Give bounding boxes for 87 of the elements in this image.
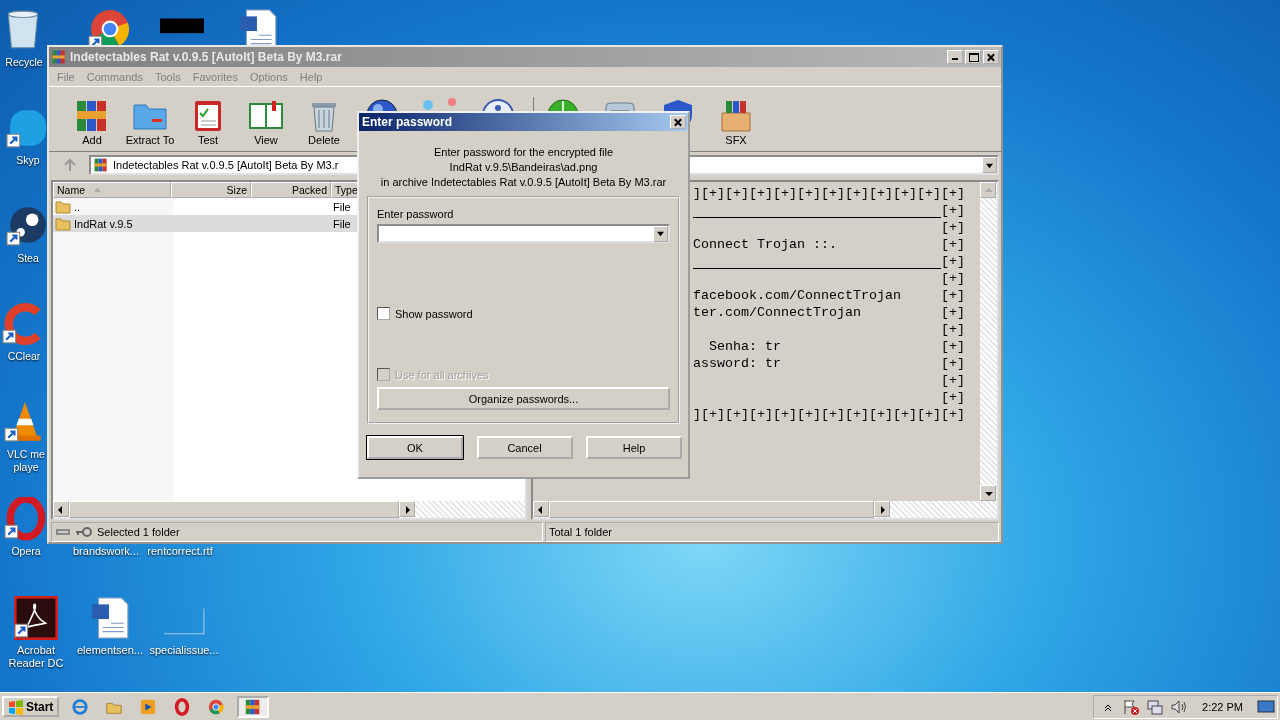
file-name: IndRat v.9.5 xyxy=(74,217,133,230)
dialog-button[interactable]: OK xyxy=(367,436,463,459)
taskbar-app[interactable] xyxy=(237,695,270,718)
caret-icon xyxy=(656,230,665,237)
desktop-icon-label[interactable]: Recycle xyxy=(5,56,43,69)
comment-text: [+] xyxy=(940,304,965,321)
show-desktop-button[interactable] xyxy=(1257,699,1275,714)
caret-icon xyxy=(985,161,994,169)
status-text: Selected 1 folder xyxy=(97,526,180,538)
minimize-button[interactable] xyxy=(947,50,963,64)
archive-books-icon xyxy=(51,49,67,65)
comment-text: [+] xyxy=(940,338,965,355)
comment-text: [+] xyxy=(940,219,965,236)
horizontal-scrollbar[interactable] xyxy=(53,501,525,518)
horizontal-scrollbar[interactable] xyxy=(533,501,997,518)
column-header[interactable]: Name xyxy=(53,182,171,198)
comment-text: [+] xyxy=(940,202,965,219)
toolbar-button[interactable]: Add xyxy=(63,97,121,147)
status-text: Total 1 folder xyxy=(549,526,612,538)
toolbar-button[interactable]: SFX xyxy=(707,97,765,147)
drive-icon xyxy=(55,526,71,538)
window-title: Indetectables Rat v.0.9.5 [AutoIt] Beta By M3.rar xyxy=(70,50,343,64)
internet-explorer-icon xyxy=(71,697,90,716)
desktop-icon-label[interactable]: brandswork... xyxy=(73,545,139,558)
desktop-icon-label[interactable]: Opera xyxy=(11,545,41,558)
key-icon xyxy=(75,526,93,538)
dropdown-button[interactable] xyxy=(653,225,668,242)
media-player-icon xyxy=(139,697,158,716)
checkbox[interactable] xyxy=(377,307,390,320)
comment-text: Senha: tr xyxy=(708,338,782,353)
opera-icon xyxy=(173,697,192,716)
column-header[interactable]: Size xyxy=(171,182,251,198)
comment-text: ][+][+][+][+][+][+][+][+][+][+][+] xyxy=(693,406,965,423)
folder-icon xyxy=(55,215,71,232)
password-field[interactable] xyxy=(377,224,670,243)
chrome-icon xyxy=(207,697,226,716)
file-type: File xyxy=(333,217,351,230)
comment-text: [+] xyxy=(940,253,965,270)
dialog-message: IndRat v.9.5\Bandeiras\ad.png xyxy=(449,160,598,175)
toolbar-button[interactable]: Delete xyxy=(295,97,353,147)
clock[interactable]: 2:22 PM xyxy=(1202,700,1243,713)
desktop-icon-label[interactable]: CClear xyxy=(7,350,41,363)
flag-error-icon xyxy=(1122,697,1141,716)
desktop-icon-label[interactable]: Acrobat Reader DC xyxy=(8,644,64,670)
file-name: .. xyxy=(74,200,81,213)
sort-arrow-icon xyxy=(93,187,102,193)
network-icon xyxy=(1146,697,1165,716)
up-arrow-icon xyxy=(62,157,78,173)
desktop-icon-label[interactable]: Skyp xyxy=(16,154,40,167)
dialog-title: Enter password xyxy=(362,115,453,129)
desktop-icon-label[interactable]: VLC me playe xyxy=(7,448,45,474)
vertical-scrollbar[interactable] xyxy=(980,182,997,501)
column-header[interactable]: Packed xyxy=(251,182,331,198)
dialog-button[interactable]: Help xyxy=(586,436,682,459)
checkbox-label: Show password xyxy=(395,307,473,320)
desktop-icon-label[interactable]: elementsen... xyxy=(77,644,144,657)
comment-text: [+] xyxy=(940,287,965,304)
desktop-icon-label[interactable]: Stea xyxy=(17,252,39,265)
comment-text: [+] xyxy=(940,321,965,338)
comment-text: [+] xyxy=(940,389,965,406)
organize-passwords-button[interactable]: Organize passwords... xyxy=(377,387,670,410)
toolbar-button[interactable]: Extract To xyxy=(121,97,179,147)
comment-text: ter.com/ConnectTrojan xyxy=(693,304,862,319)
dialog-button[interactable]: Cancel xyxy=(476,436,573,459)
comment-text: [+] xyxy=(940,236,965,253)
maximize-button[interactable] xyxy=(965,50,981,64)
file-type: File xyxy=(333,200,351,213)
comment-text: [+] xyxy=(940,372,965,389)
comment-text: assword: tr xyxy=(693,355,782,370)
close-button[interactable] xyxy=(670,115,686,129)
windows-flag-icon xyxy=(8,698,24,715)
folder-icon xyxy=(55,198,71,215)
comment-text: facebook.com/ConnectTrojan xyxy=(693,287,902,302)
toolbar-button[interactable]: View xyxy=(237,97,295,147)
comment-text: ][+][+][+][+][+][+][+][+][+][+][+] xyxy=(693,185,965,202)
dropdown-button[interactable] xyxy=(982,157,997,173)
comment-text: [+] xyxy=(940,355,965,372)
comment-text: Connect Trojan ::. xyxy=(693,236,838,251)
dialog-message: in archive Indetectables Rat v.0.9.5 [AutoIt] Beta By M3.rar xyxy=(380,175,667,190)
desktop-icon-label[interactable]: specialissue... xyxy=(149,644,219,657)
close-button[interactable] xyxy=(983,50,999,64)
toolbar-button[interactable]: Test xyxy=(179,97,237,147)
archive-books-icon xyxy=(93,157,109,173)
desktop-icon-label[interactable]: rentcorrect.rtf xyxy=(147,545,213,558)
comment-text: [+] xyxy=(940,270,965,287)
monitor-icon xyxy=(1257,699,1275,714)
start-button[interactable]: Start xyxy=(2,696,60,717)
